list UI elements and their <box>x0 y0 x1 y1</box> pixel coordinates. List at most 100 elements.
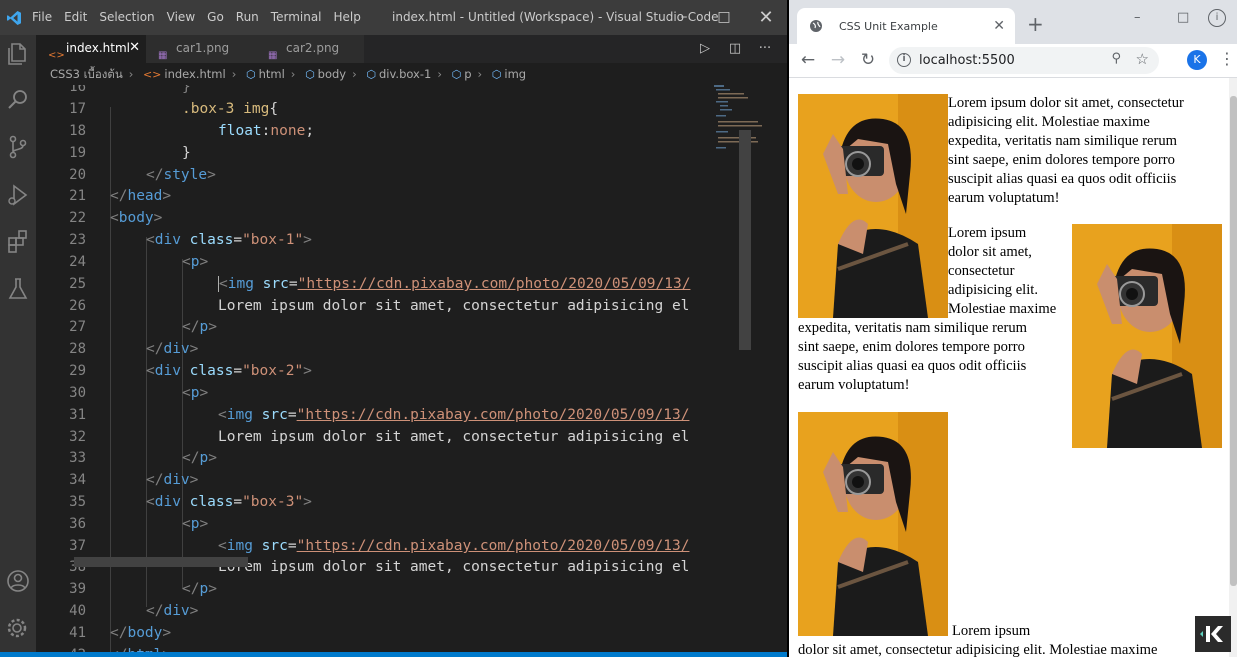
breadcrumb-html-label: html <box>258 67 285 81</box>
breadcrumb-html[interactable]: ⬡ html <box>240 63 285 86</box>
profile-avatar[interactable]: K <box>1187 50 1207 70</box>
chevron-right-icon: › <box>352 67 357 81</box>
maximize-icon[interactable]: □ <box>704 0 744 35</box>
extensions-icon[interactable] <box>4 228 32 256</box>
paragraph-2-line: dolor sit amet, <box>948 244 1032 260</box>
code-editor[interactable]: 16 17 18 19 20 21 22 23 24 25 26 27 28 29 30 31 32 33 34 35… <box>36 85 776 657</box>
line-number: 32 <box>69 429 86 445</box>
tab-index-html[interactable]: <> index.html ✕ <box>36 35 147 63</box>
chevron-right-icon: › <box>437 67 442 81</box>
line-number: 31 <box>69 407 86 423</box>
tag-name: div <box>154 232 181 248</box>
vscode-window: File Edit Selection View Go Run Terminal… <box>0 0 787 657</box>
element-icon: ⬡ <box>491 68 502 81</box>
more-actions-icon[interactable]: ··· <box>754 39 776 59</box>
source-control-icon[interactable] <box>4 133 32 161</box>
account-icon[interactable] <box>4 567 32 595</box>
breadcrumb-p[interactable]: ⬡ p <box>446 63 472 86</box>
attr-value-url[interactable]: "https://cdn.pixabay.com/photo/2020/05/0… <box>297 407 690 423</box>
code-line-26: Lorem ipsum dolor sit amet, consectetur … <box>218 296 689 318</box>
site-info-icon[interactable]: i <box>897 53 911 67</box>
tab-car1-png[interactable]: ▦ car1.png <box>146 35 257 63</box>
menu-view[interactable]: View <box>167 0 203 35</box>
code-line-39: </p> <box>182 581 217 597</box>
line-number: 41 <box>69 625 86 641</box>
split-editor-icon[interactable]: ◫ <box>724 39 746 59</box>
tab-close-icon[interactable]: ✕ <box>993 18 1005 34</box>
menu-go[interactable]: Go <box>207 0 232 35</box>
search-icon[interactable] <box>4 86 32 114</box>
info-icon[interactable]: i <box>1208 9 1226 27</box>
minimize-icon[interactable]: – <box>664 0 704 35</box>
code-line-32: Lorem ipsum dolor sit amet, consectetur … <box>218 427 689 449</box>
attr-name: src <box>261 407 288 423</box>
menu-file[interactable]: File <box>32 0 60 35</box>
page-scrollbar-thumb[interactable] <box>1230 96 1237 586</box>
line-number: 24 <box>69 254 86 270</box>
paragraph-1-line: Lorem ipsum dolor sit amet, consectetur <box>948 95 1184 111</box>
breadcrumb-folder[interactable]: CSS3 เบื้องต้น <box>36 63 123 85</box>
code-line-38: Lorem ipsum dolor sit amet, consectetur … <box>218 557 689 579</box>
reload-icon[interactable]: ↻ <box>857 50 879 70</box>
line-number: 27 <box>69 319 86 335</box>
tag-name: div <box>154 494 181 510</box>
tab-close-icon[interactable]: ✕ <box>129 35 140 61</box>
paragraph-2-line: consectetur <box>948 263 1015 279</box>
run-debug-icon[interactable] <box>4 181 32 209</box>
explorer-icon[interactable] <box>4 39 32 67</box>
back-icon[interactable]: ← <box>797 50 819 70</box>
attr-value-url[interactable]: "https://cdn.pixabay.com/photo/2020/05/0… <box>298 276 691 292</box>
new-tab-icon[interactable]: + <box>1027 12 1044 36</box>
code-line-30: <p> <box>182 385 209 401</box>
code-line-19: } <box>182 143 191 165</box>
menu-help[interactable]: Help <box>334 0 369 35</box>
paragraph-1-line: sint saepe, enim dolores tempore porro <box>948 152 1175 168</box>
run-icon[interactable]: ▷ <box>694 39 716 59</box>
minimize-icon[interactable]: – <box>1134 10 1141 25</box>
menu-run[interactable]: Run <box>236 0 267 35</box>
tag-name: img <box>226 538 253 554</box>
bookmark-star-icon[interactable]: ☆ <box>1136 50 1149 68</box>
attr-name: class <box>189 494 234 510</box>
menu-selection[interactable]: Selection <box>99 0 162 35</box>
vertical-scrollbar[interactable] <box>739 130 751 350</box>
zoom-icon[interactable]: ⚲ <box>1111 51 1121 66</box>
vscode-logo-icon <box>7 11 21 25</box>
attr-value-url[interactable]: "https://cdn.pixabay.com/photo/2020/05/0… <box>297 538 690 554</box>
attr-value: "box-1" <box>242 232 304 248</box>
horizontal-scrollbar[interactable] <box>74 557 248 567</box>
settings-gear-icon[interactable] <box>4 615 32 643</box>
line-number: 22 <box>69 210 86 226</box>
editor-tabs: <> index.html ✕ ▦ car1.png ▦ car2.png ▷ … <box>36 35 787 63</box>
address-url[interactable]: localhost:5500 <box>919 47 1015 74</box>
tag-name: div <box>163 341 190 357</box>
menu-kebab-icon[interactable]: ⋮ <box>1219 49 1235 68</box>
line-number: 23 <box>69 232 86 248</box>
tab-car2-png[interactable]: ▦ car2.png <box>256 35 365 63</box>
breadcrumb-img[interactable]: ⬡ img <box>486 63 526 86</box>
line-number: 28 <box>69 341 86 357</box>
line-number: 39 <box>69 581 86 597</box>
paragraph-1-line: earum voluptatum! <box>948 190 1060 206</box>
element-icon: ⬡ <box>451 68 462 81</box>
code-area[interactable]: } .box-3 img{ float:none; } </style> </h… <box>110 85 706 657</box>
code-line-36: <p> <box>182 516 209 532</box>
menu-edit[interactable]: Edit <box>64 0 95 35</box>
address-bar[interactable]: i localhost:5500 ⚲ ☆ <box>889 47 1159 74</box>
menu-terminal[interactable]: Terminal <box>271 0 330 35</box>
browser-tab[interactable]: CSS Unit Example ✕ <box>797 8 1015 44</box>
maximize-icon[interactable]: □ <box>1177 10 1189 25</box>
breadcrumb-file[interactable]: <> index.html <box>137 63 226 86</box>
testing-flask-icon[interactable] <box>4 275 32 303</box>
paragraph-2-line: expedita, veritatis nam similique rerum <box>798 320 1027 336</box>
browser-tab-strip: CSS Unit Example ✕ + – □ i <box>789 0 1237 44</box>
tag-name: div <box>163 472 190 488</box>
forward-icon[interactable]: → <box>827 50 849 70</box>
paragraph-2-line: suscipit alias quasi ea quos odit offici… <box>798 358 1027 374</box>
code-line-28: </div> <box>146 341 199 357</box>
close-icon[interactable]: ✕ <box>746 0 786 35</box>
breadcrumb-body[interactable]: ⬡ body <box>299 63 346 86</box>
code-line-34: </div> <box>146 472 199 488</box>
breadcrumb-div[interactable]: ⬡ div.box-1 <box>360 63 431 86</box>
semicolon: ; <box>305 123 315 139</box>
